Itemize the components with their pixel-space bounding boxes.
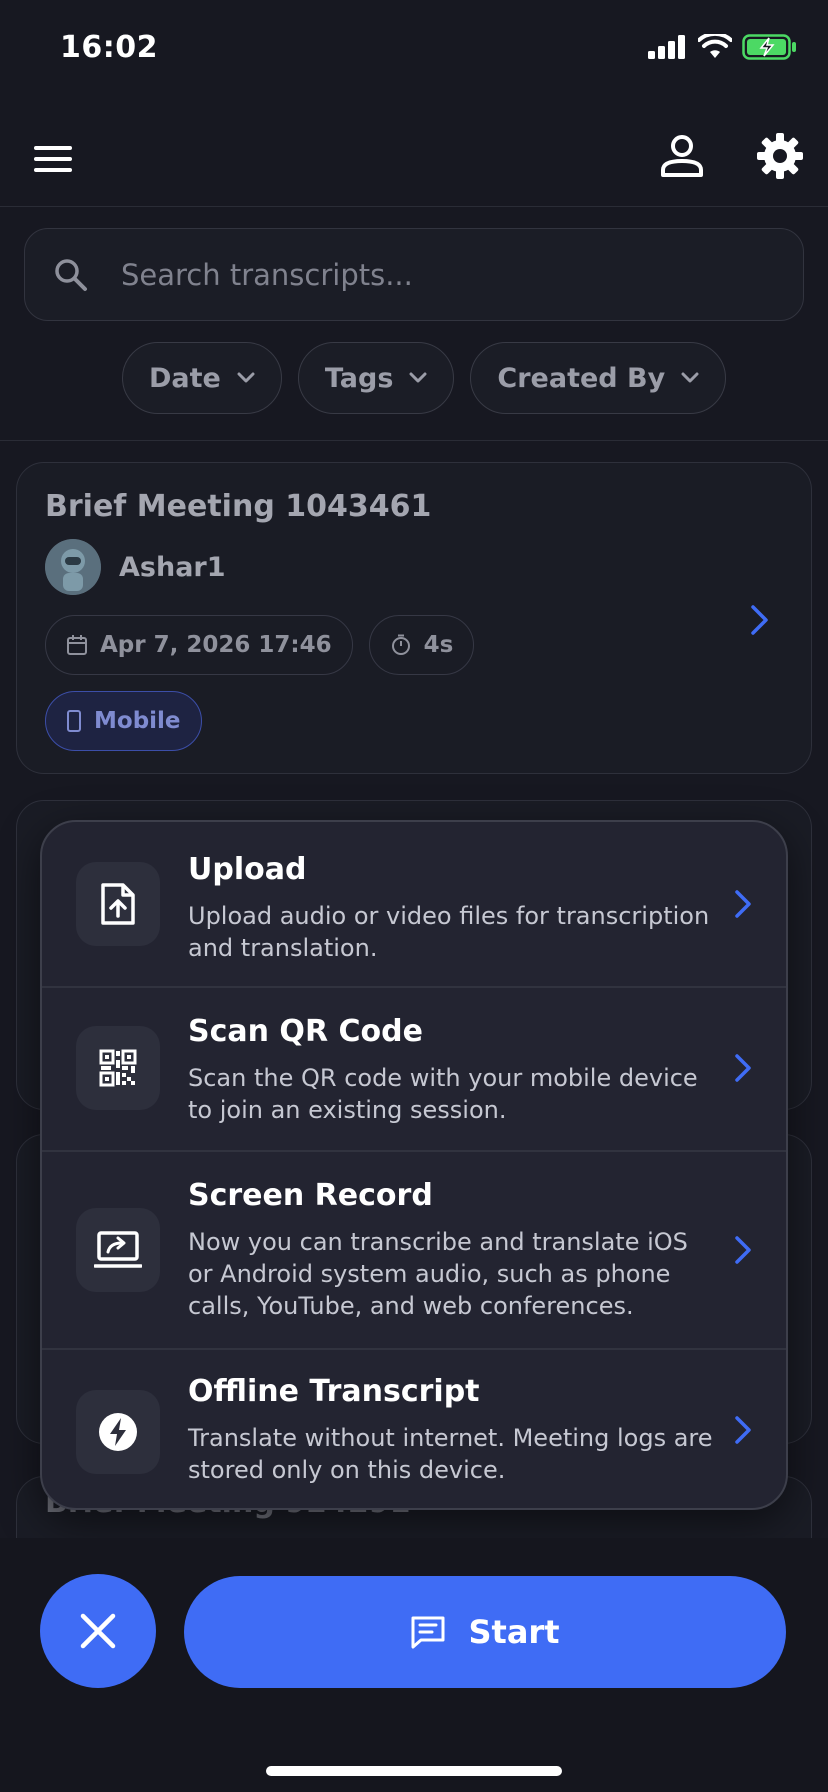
chevron-right-icon bbox=[735, 1236, 751, 1264]
battery-charging-icon bbox=[742, 34, 796, 60]
chevron-right-icon bbox=[735, 1416, 751, 1444]
offline-icon-tile bbox=[76, 1390, 160, 1474]
transcript-creator: Ashar1 bbox=[45, 539, 226, 595]
upload-option-description: Upload audio or video files for transcri… bbox=[188, 902, 710, 962]
filter-created-by-label: Created By bbox=[497, 362, 666, 394]
close-icon bbox=[80, 1613, 116, 1649]
date-chip: Apr 7, 2026 17:46 bbox=[45, 615, 353, 675]
transcript-date: Apr 7, 2026 17:46 bbox=[100, 632, 332, 658]
scan-qr-option-description: Scan the QR code with your mobile device… bbox=[188, 1064, 698, 1124]
lightning-icon bbox=[99, 1413, 137, 1451]
top-app-bar bbox=[0, 112, 828, 208]
status-bar: 16:02 bbox=[0, 0, 828, 100]
transcript-card[interactable]: Brief Meeting 1043461 Ashar1 Apr 7, 2026… bbox=[16, 462, 812, 774]
upload-icon-tile bbox=[76, 862, 160, 946]
duration-chip: 4s bbox=[368, 615, 475, 675]
signal-icon bbox=[648, 35, 685, 59]
close-button[interactable] bbox=[40, 1574, 156, 1688]
scan-qr-option[interactable]: Scan QR Code Scan the QR code with your … bbox=[42, 988, 786, 1150]
upload-option[interactable]: Upload Upload audio or video files for t… bbox=[42, 822, 786, 986]
filter-tags[interactable]: Tags bbox=[297, 342, 455, 414]
search-input[interactable] bbox=[121, 251, 761, 299]
transcript-meta: Apr 7, 2026 17:46 4s bbox=[45, 615, 475, 675]
chevron-right-icon bbox=[751, 605, 768, 635]
settings-button[interactable] bbox=[756, 128, 806, 184]
header-divider bbox=[0, 206, 828, 207]
gear-icon bbox=[757, 133, 803, 179]
chevron-down-icon bbox=[237, 372, 255, 383]
chevron-down-icon bbox=[409, 372, 427, 383]
chevron-right-icon bbox=[735, 890, 751, 918]
filter-bar: Date Tags Created By bbox=[122, 342, 727, 414]
filter-date-label: Date bbox=[149, 362, 221, 394]
screen-record-option-title: Screen Record bbox=[188, 1178, 433, 1213]
search-icon bbox=[55, 259, 87, 291]
offline-option-title: Offline Transcript bbox=[188, 1374, 480, 1409]
screen-share-icon bbox=[94, 1231, 142, 1268]
status-time: 16:02 bbox=[60, 30, 158, 65]
timer-icon bbox=[391, 634, 410, 655]
filter-tags-label: Tags bbox=[324, 362, 394, 394]
person-icon bbox=[661, 135, 703, 177]
search-box[interactable] bbox=[24, 228, 804, 321]
upload-file-icon bbox=[101, 883, 135, 925]
scan-qr-option-title: Scan QR Code bbox=[188, 1014, 423, 1049]
start-button[interactable]: Start bbox=[184, 1576, 786, 1688]
home-indicator bbox=[266, 1766, 562, 1776]
screen-record-option-description: Now you can transcribe and translate iOS… bbox=[188, 1228, 688, 1320]
filter-date[interactable]: Date bbox=[122, 342, 282, 414]
screen-record-icon-tile bbox=[76, 1208, 160, 1292]
chevron-right-icon bbox=[735, 1054, 751, 1082]
wifi-icon bbox=[698, 34, 732, 58]
qr-code-icon bbox=[99, 1049, 137, 1087]
profile-button[interactable] bbox=[660, 128, 708, 184]
creator-name: Ashar1 bbox=[119, 551, 226, 583]
calendar-icon bbox=[67, 635, 87, 655]
offline-option-description: Translate without internet. Meeting logs… bbox=[188, 1424, 713, 1484]
transcript-source: Mobile bbox=[94, 708, 181, 734]
screen-record-option[interactable]: Screen Record Now you can transcribe and… bbox=[42, 1152, 786, 1348]
offline-transcript-option[interactable]: Offline Transcript Translate without int… bbox=[42, 1350, 786, 1508]
start-button-label: Start bbox=[468, 1613, 560, 1651]
filter-created-by[interactable]: Created By bbox=[470, 342, 727, 414]
status-icons bbox=[648, 34, 798, 60]
upload-option-title: Upload bbox=[188, 852, 307, 887]
avatar bbox=[45, 539, 101, 595]
transcript-title: Brief Meeting 1043461 bbox=[45, 489, 432, 524]
chat-bubble-icon bbox=[411, 1616, 445, 1649]
filters-divider bbox=[0, 440, 828, 441]
menu-button[interactable] bbox=[34, 138, 78, 182]
start-options-menu: Upload Upload audio or video files for t… bbox=[40, 820, 788, 1510]
transcript-duration: 4s bbox=[423, 632, 454, 658]
robot-avatar-icon bbox=[45, 539, 101, 595]
qr-icon-tile bbox=[76, 1026, 160, 1110]
chevron-down-icon bbox=[681, 372, 699, 383]
mobile-phone-icon bbox=[67, 710, 81, 732]
source-chip: Mobile bbox=[45, 691, 202, 751]
hamburger-menu-icon bbox=[34, 146, 72, 172]
